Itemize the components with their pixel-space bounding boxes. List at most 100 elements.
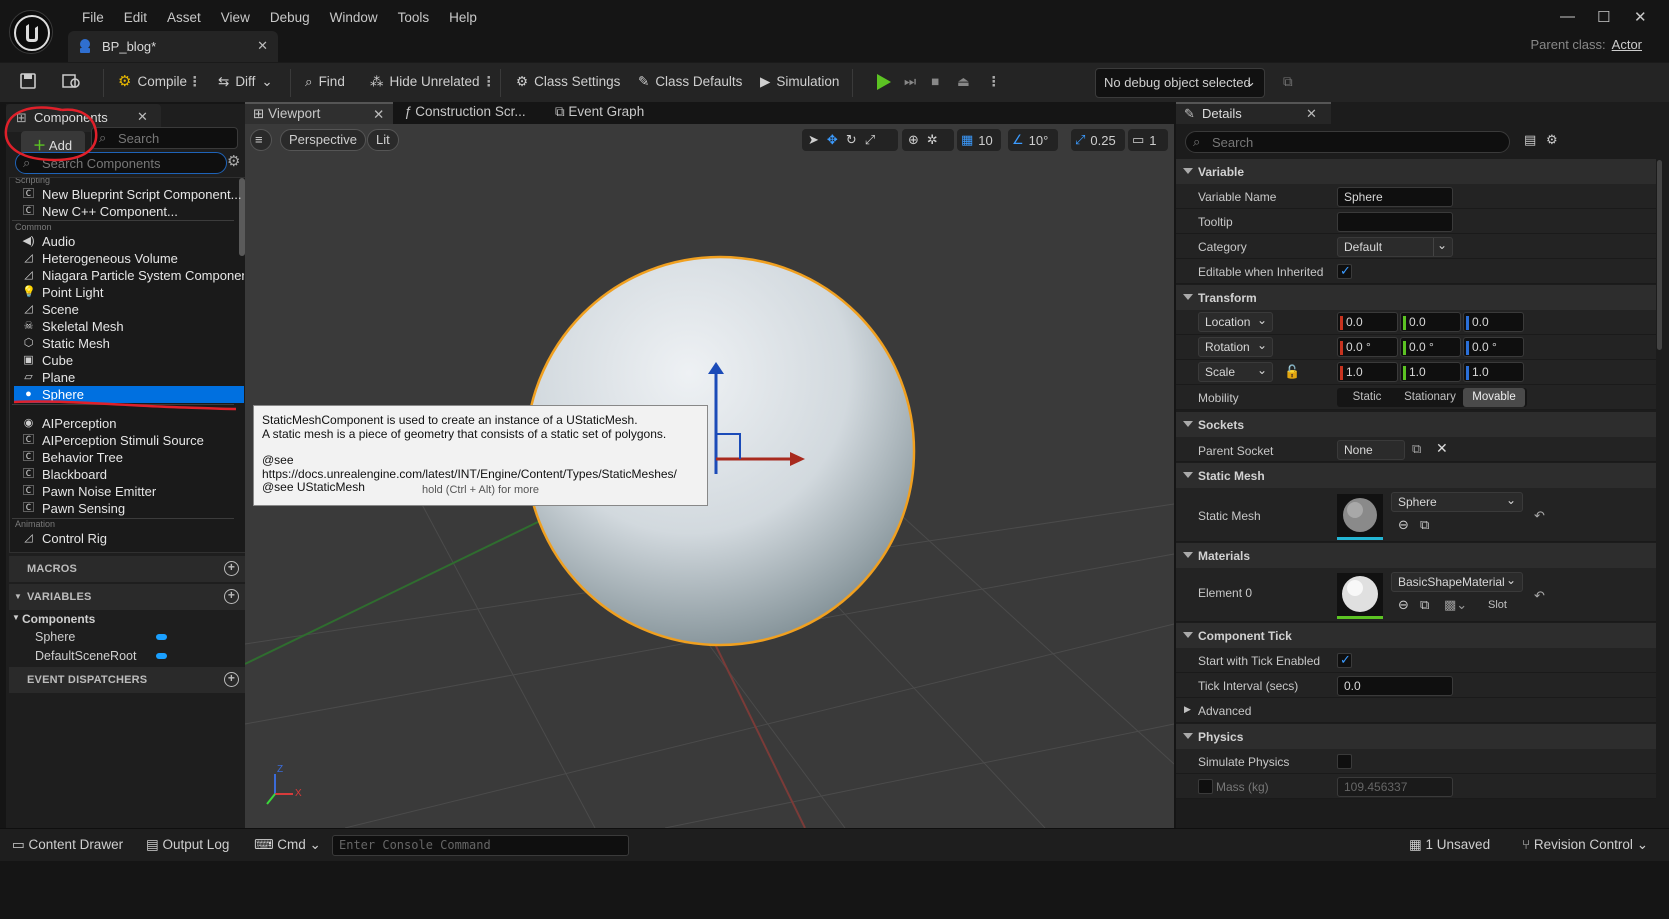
unsaved-button[interactable]: ▦ 1 Unsaved	[1409, 837, 1490, 853]
lit-button[interactable]: Lit	[367, 129, 399, 151]
collapse-icon[interactable]: ▼	[12, 613, 20, 622]
menu-file[interactable]: File	[72, 9, 114, 27]
close-tab-icon[interactable]: ✕	[373, 107, 384, 123]
surface-snap-icon[interactable]: ✲	[927, 132, 938, 148]
unreal-logo-icon[interactable]	[9, 10, 53, 54]
rotation-y-input[interactable]: 0.0 °	[1400, 337, 1461, 357]
table-view-icon[interactable]: ▤	[1524, 132, 1536, 148]
browse-socket-icon[interactable]: ⧉	[1412, 441, 1421, 457]
material-options-icon[interactable]: ▩⌄	[1444, 597, 1467, 613]
editable-inherited-checkbox[interactable]	[1337, 263, 1352, 279]
macros-section[interactable]: MACROS +	[9, 556, 249, 582]
section-physics[interactable]: Physics	[1176, 724, 1656, 749]
tooltip-input[interactable]	[1337, 212, 1453, 232]
lock-icon[interactable]: 🔓	[1284, 364, 1300, 380]
play-icon[interactable]	[876, 73, 892, 91]
play-options-icon[interactable]: ⋮	[987, 73, 1001, 91]
row-advanced[interactable]: ▶ Advanced	[1176, 698, 1656, 723]
mass-override-checkbox[interactable]	[1198, 779, 1213, 794]
list-item[interactable]: ◿ Control Rig	[14, 530, 244, 547]
menu-tools[interactable]: Tools	[388, 9, 440, 27]
diff-button[interactable]: ⇆ Diff ⌄	[218, 73, 273, 91]
material-select[interactable]: BasicShapeMaterial ⌄	[1391, 572, 1523, 592]
rotate-icon[interactable]: ↻	[846, 132, 857, 148]
content-drawer-button[interactable]: ▭ Content Drawer	[12, 837, 123, 853]
reset-icon[interactable]: ↶	[1534, 588, 1545, 604]
step-icon[interactable]: ⏭	[904, 73, 916, 91]
location-x-input[interactable]: 0.0	[1337, 312, 1398, 332]
use-selected-icon[interactable]: ⊖	[1398, 517, 1409, 533]
scale-z-input[interactable]: 1.0	[1463, 362, 1524, 382]
clear-icon[interactable]: ✕	[1436, 440, 1448, 457]
maximize-icon[interactable]: ☐	[1597, 8, 1610, 26]
scale-y-input[interactable]: 1.0	[1400, 362, 1461, 382]
section-sockets[interactable]: Sockets	[1176, 412, 1656, 437]
variable-sphere[interactable]: Sphere	[35, 630, 75, 644]
location-z-input[interactable]: 0.0	[1463, 312, 1524, 332]
hide-unrelated-button[interactable]: ⁂ Hide Unrelated	[370, 73, 480, 91]
menu-edit[interactable]: Edit	[114, 9, 157, 27]
menu-view[interactable]: View	[211, 9, 260, 27]
debug-filter-icon[interactable]: ⧉	[1283, 73, 1293, 91]
mass-input[interactable]: 109.456337	[1337, 777, 1453, 797]
event-dispatchers-section[interactable]: EVENT DISPATCHERS +	[9, 667, 249, 693]
menu-window[interactable]: Window	[320, 9, 388, 27]
stop-icon[interactable]: ■	[931, 73, 939, 91]
use-selected-icon[interactable]: ⊖	[1398, 597, 1409, 613]
compile-options-icon[interactable]: ⋮	[188, 73, 202, 91]
menu-help[interactable]: Help	[439, 9, 487, 27]
menu-asset[interactable]: Asset	[157, 9, 211, 27]
static-mesh-select[interactable]: Sphere ⌄	[1391, 492, 1523, 512]
list-item[interactable]: 🄲 Pawn Noise Emitter	[14, 483, 244, 500]
simulate-physics-checkbox[interactable]	[1337, 754, 1352, 769]
section-transform[interactable]: Transform	[1176, 285, 1656, 310]
browse-asset-icon[interactable]: ⧉	[1420, 517, 1429, 533]
section-variable[interactable]: Variable	[1176, 159, 1656, 184]
cmd-select[interactable]: ⌨ Cmd ⌄	[254, 837, 321, 853]
rotation-mode-select[interactable]: Rotation ⌄	[1198, 337, 1273, 357]
camera-speed[interactable]: ▭ 1	[1128, 129, 1168, 151]
variable-default-scene-root[interactable]: DefaultSceneRoot	[35, 649, 136, 663]
add-variable-icon[interactable]: +	[224, 589, 239, 604]
static-mesh-thumbnail[interactable]	[1337, 494, 1383, 540]
world-icon[interactable]: ⊕	[908, 132, 919, 148]
start-tick-checkbox[interactable]	[1337, 652, 1352, 668]
close-tab-icon[interactable]: ✕	[257, 38, 268, 54]
tab-construction-script[interactable]: ƒ Construction Scr...	[404, 102, 526, 124]
parent-socket-value[interactable]: None	[1337, 440, 1405, 460]
mobility-movable[interactable]: Movable	[1463, 388, 1525, 407]
compile-button[interactable]: ⚙ Compile	[118, 73, 187, 91]
console-input[interactable]: Enter Console Command	[332, 835, 629, 856]
add-event-dispatcher-icon[interactable]: +	[224, 672, 239, 687]
list-item[interactable]: 🄲 Pawn Sensing	[14, 500, 244, 517]
more-options-icon[interactable]: ⋮	[482, 73, 496, 91]
scale-mode-select[interactable]: Scale ⌄	[1198, 362, 1273, 382]
menu-debug[interactable]: Debug	[260, 9, 320, 27]
tab-event-graph[interactable]: ⧉ Event Graph	[555, 102, 644, 124]
tick-interval-input[interactable]: 0.0	[1337, 676, 1453, 696]
perspective-button[interactable]: Perspective	[280, 129, 366, 151]
rotation-z-input[interactable]: 0.0 °	[1463, 337, 1524, 357]
grid-snap[interactable]: ▦ 10	[957, 129, 1001, 151]
list-item[interactable]: 🄲 Blackboard	[14, 466, 244, 483]
class-defaults-button[interactable]: ✎ Class Defaults	[638, 73, 742, 91]
simulation-button[interactable]: ▶ Simulation	[760, 73, 839, 91]
category-select[interactable]: Default ⌄	[1337, 237, 1453, 257]
variables-section[interactable]: ▼ VARIABLES +	[9, 584, 249, 610]
rotation-snap[interactable]: ∠ 10°	[1008, 129, 1058, 151]
viewport-menu-icon[interactable]: ≡	[250, 129, 272, 151]
class-settings-button[interactable]: ⚙ Class Settings	[516, 73, 620, 91]
details-tab[interactable]: ✎ Details ✕	[1176, 102, 1331, 124]
document-tab[interactable]: BP_blog* ✕	[68, 31, 278, 62]
minimize-icon[interactable]: —	[1560, 8, 1575, 25]
eject-icon[interactable]: ⏏	[957, 73, 970, 91]
rotation-x-input[interactable]: 0.0 °	[1337, 337, 1398, 357]
tab-viewport[interactable]: ⊞ Viewport ✕	[245, 102, 393, 124]
location-mode-select[interactable]: Location ⌄	[1198, 312, 1273, 332]
section-component-tick[interactable]: Component Tick	[1176, 623, 1656, 648]
mobility-stationary[interactable]: Stationary	[1401, 391, 1459, 403]
settings-gear-icon[interactable]: ⚙	[1546, 132, 1558, 148]
details-search-input[interactable]: ⌕ Search	[1185, 131, 1510, 153]
variable-name-input[interactable]: Sphere	[1337, 187, 1453, 207]
translate-icon[interactable]: ✥	[827, 132, 838, 148]
